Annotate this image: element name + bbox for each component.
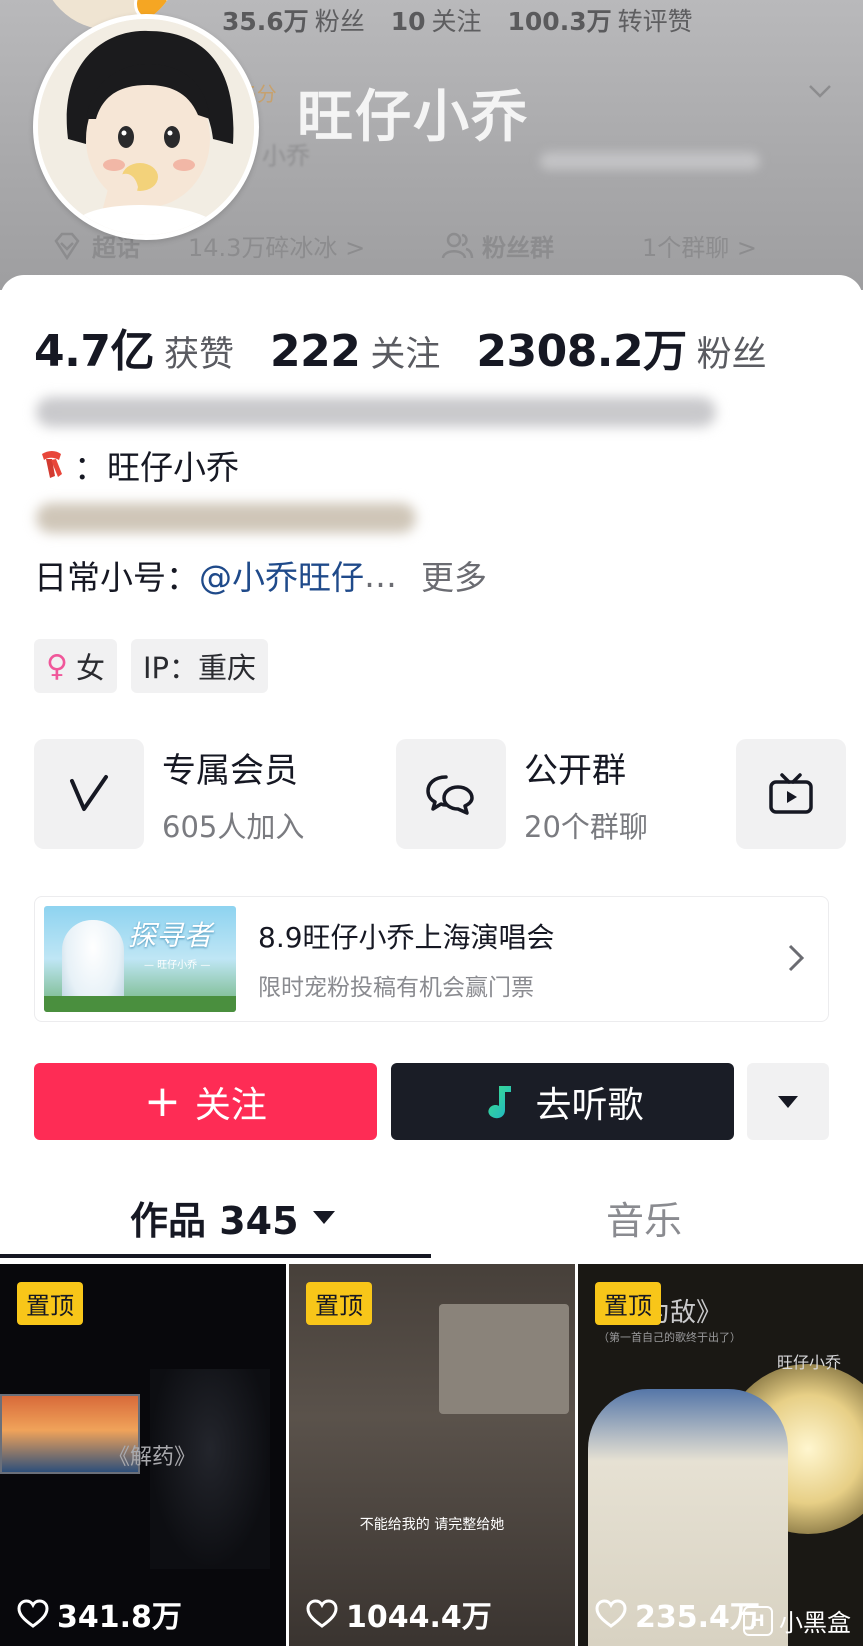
fan-group-link[interactable]: 粉丝群 1个群聊 > xyxy=(440,228,757,263)
heart-icon xyxy=(595,1599,627,1628)
concert-poster-image: 探寻者 — 旺仔小乔 — xyxy=(44,906,236,1012)
quick-card-public-group[interactable]: 公开群 20个群聊 xyxy=(396,739,648,849)
bio-blurred-email xyxy=(36,397,716,427)
follow-button[interactable]: + 关注 xyxy=(34,1063,377,1140)
concert-banner[interactable]: 探寻者 — 旺仔小乔 — 8.9旺仔小乔上海演唱会 限时宠粉投稿有机会赢门票 xyxy=(34,896,829,1022)
quick-card-membership[interactable]: 专属会员 605人加入 xyxy=(34,739,304,849)
header-subtitle: 小乔 xyxy=(262,142,310,170)
header-username: 旺仔小乔 xyxy=(297,85,529,150)
banner-title: 8.9旺仔小乔上海演唱会 xyxy=(258,921,555,954)
music-note-icon xyxy=(488,1085,512,1118)
bio-line-alt-account: 日常小号： @小乔旺仔 … 更多 xyxy=(34,551,487,599)
bio-line-name: ：旺仔小乔 xyxy=(34,441,239,489)
bio-more-link[interactable]: 更多 xyxy=(421,551,487,599)
group-people-icon xyxy=(441,232,474,258)
banner-subtitle: 限时宠粉投稿有机会赢门票 xyxy=(258,975,534,1001)
caret-down-icon xyxy=(778,1095,798,1108)
header-stat-interactions: 100.3万 转评赞 xyxy=(507,7,693,36)
header-stat-following: 10 关注 xyxy=(390,7,482,36)
active-tab-indicator xyxy=(0,1254,431,1258)
stat-following[interactable]: 222 关注 xyxy=(270,326,440,377)
caret-down-icon xyxy=(312,1211,335,1224)
profile-stats: 4.7亿 获赞 222 关注 2308.2万 粉丝 xyxy=(34,315,803,379)
chat-bubbles-icon xyxy=(426,775,474,815)
avatar-illustration xyxy=(38,19,254,235)
alt-account-mention[interactable]: @小乔旺仔 xyxy=(199,551,364,599)
video-like-count: 1044.4万 xyxy=(306,1592,492,1636)
video-tile[interactable]: 《解药》 置顶 341.8万 xyxy=(0,1264,286,1646)
heart-icon xyxy=(17,1599,49,1628)
tv-icon xyxy=(769,773,813,814)
watermark-logo-icon: H xyxy=(743,1605,773,1636)
header-stats: 35.6万 粉丝 10 关注 100.3万 转评赞 xyxy=(222,2,693,38)
stat-followers[interactable]: 2308.2万 粉丝 xyxy=(476,315,766,379)
heart-icon xyxy=(306,1599,338,1628)
video-tile[interactable]: 不能给我的 请完整给她 置顶 1044.4万 xyxy=(289,1264,575,1646)
more-options-button[interactable] xyxy=(747,1063,829,1140)
header-stat-followers: 35.6万 粉丝 xyxy=(222,7,365,36)
profile-card: 4.7亿 获赞 222 关注 2308.2万 粉丝 ：旺仔小乔 日常小号： @小乔旺仔… xyxy=(0,275,863,1646)
quick-card-live[interactable] xyxy=(736,739,846,849)
pinned-badge: 置顶 xyxy=(17,1282,83,1325)
vip-v-icon xyxy=(70,775,108,811)
tab-music[interactable]: 音乐 xyxy=(606,1190,682,1245)
video-tile[interactable]: 《为敌》 （第一首自己的歌终于出了） 旺仔小乔 置顶 235.4万 H 小黑盒 xyxy=(578,1264,863,1646)
pinned-badge: 置顶 xyxy=(595,1282,661,1325)
plus-icon: + xyxy=(144,1076,181,1127)
stat-likes[interactable]: 4.7亿 获赞 xyxy=(34,315,234,379)
avatar[interactable] xyxy=(33,14,259,240)
watermark: H 小黑盒 xyxy=(743,1603,851,1638)
diamond-icon xyxy=(54,232,80,260)
tab-works[interactable]: 作品 345 xyxy=(130,1190,335,1245)
gender-tag: ♀ 女 xyxy=(34,639,117,693)
chevron-down-icon[interactable] xyxy=(807,78,833,104)
scarf-icon xyxy=(42,451,62,478)
video-like-count: 341.8万 xyxy=(17,1592,182,1636)
listen-music-button[interactable]: 去听歌 xyxy=(391,1063,734,1140)
female-icon: ♀ xyxy=(46,648,68,684)
bio-blurred-contact xyxy=(36,503,416,533)
video-like-count: 235.4万 xyxy=(595,1592,760,1636)
profile-tags: ♀ 女 IP：重庆 xyxy=(34,639,269,693)
ip-tag: IP：重庆 xyxy=(131,639,269,693)
header-blurred-text xyxy=(540,152,760,170)
chevron-right-icon xyxy=(788,944,805,972)
pinned-badge: 置顶 xyxy=(306,1282,372,1325)
